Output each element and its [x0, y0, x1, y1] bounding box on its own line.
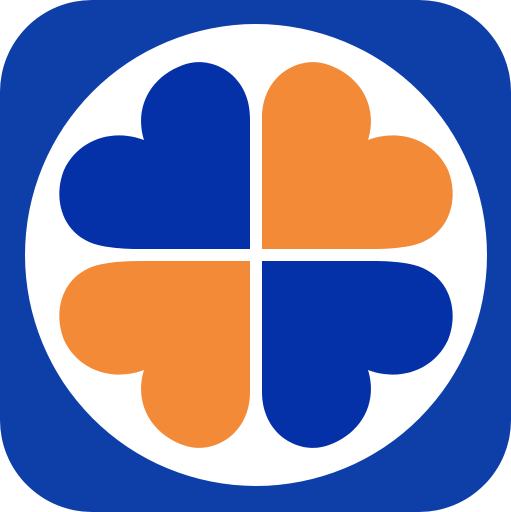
app-icon [0, 0, 511, 512]
icon-circle [25, 24, 487, 486]
clover-logo-icon [0, 0, 511, 512]
